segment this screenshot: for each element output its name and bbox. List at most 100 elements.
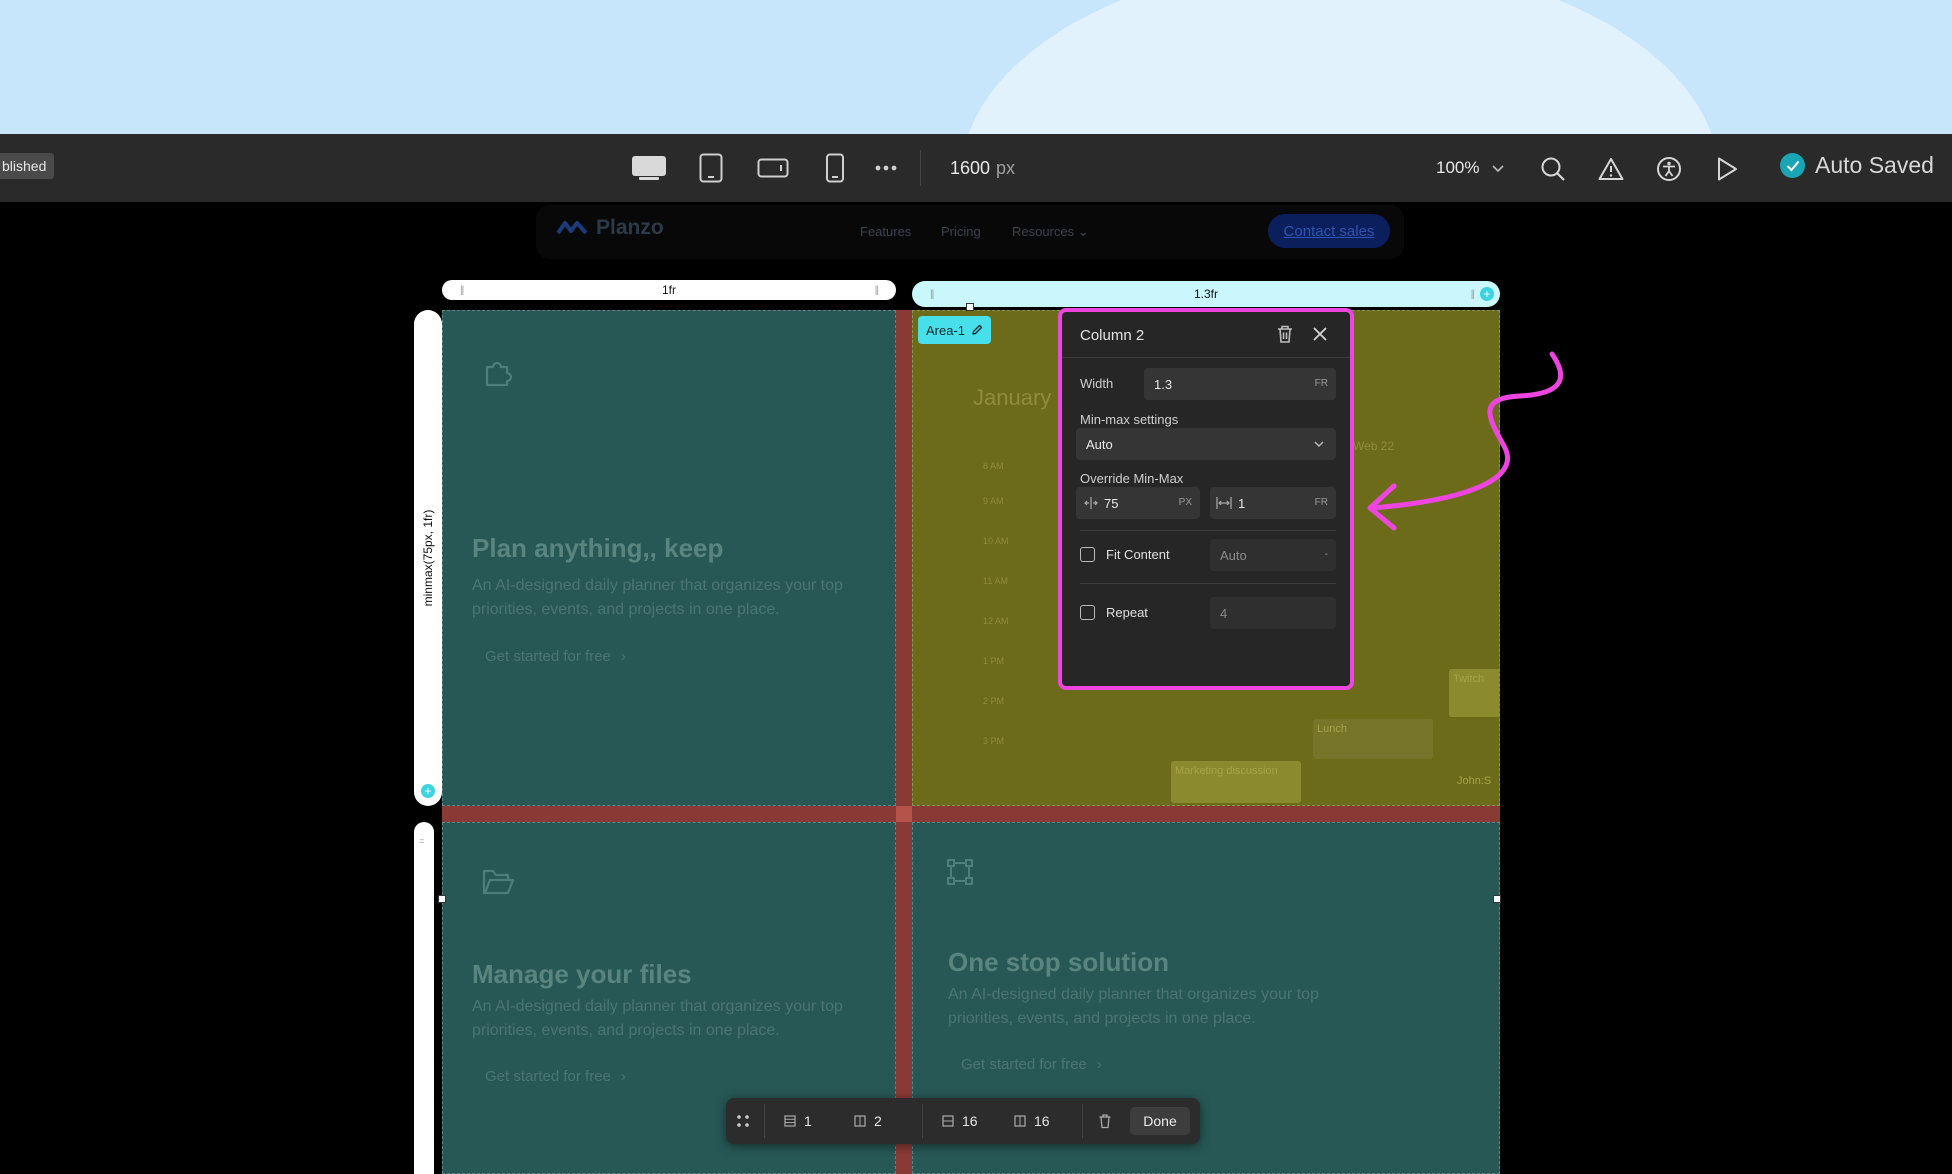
tablet-portrait-icon[interactable] [698, 152, 724, 184]
column-gap-input[interactable]: 16 [1014, 1098, 1050, 1144]
tablet-landscape-icon[interactable] [756, 156, 790, 180]
resize-handle[interactable] [438, 895, 446, 903]
warning-icon[interactable] [1596, 154, 1626, 184]
search-icon[interactable] [1538, 154, 1568, 184]
canvas-width-unit: px [996, 158, 1016, 178]
canvas-width-input[interactable]: 1600 px [950, 155, 1015, 181]
more-devices-icon[interactable] [874, 158, 898, 178]
columns-count-input[interactable]: 2 [854, 1098, 882, 1144]
drag-handle-icon[interactable]: || [930, 289, 934, 300]
fit-content-checkbox[interactable] [1080, 547, 1095, 562]
row-2-header[interactable]: = [414, 822, 434, 1174]
row-gap[interactable] [442, 806, 1500, 822]
row-gap-icon [942, 1115, 954, 1127]
card-3-title: One stop solution [948, 947, 1169, 977]
divider [764, 1104, 765, 1138]
divider [922, 1104, 923, 1138]
minmax-settings-label: Min-max settings [1080, 412, 1179, 427]
check-icon [1780, 153, 1805, 178]
contact-sales-button[interactable]: Contact sales [1268, 214, 1390, 248]
area-name-tag[interactable]: Area-1 [918, 316, 992, 344]
width-unit: FR [1314, 378, 1328, 389]
drag-handle-icon[interactable]: || [460, 285, 464, 296]
planzo-logo-icon [556, 221, 588, 235]
column-2-header[interactable]: || 1.3fr || + [912, 281, 1500, 307]
card-1-cta[interactable]: Get started for free › [485, 648, 626, 665]
column-gap-icon [1014, 1115, 1026, 1127]
column-1-size-label: 1fr [661, 283, 676, 297]
accessibility-icon[interactable] [1654, 154, 1684, 184]
add-column-icon[interactable]: + [1480, 287, 1494, 301]
override-min-input[interactable]: 75 PX [1076, 487, 1200, 519]
nav-link-features[interactable]: Features [860, 224, 911, 239]
card-3-description: An AI-designed daily planner that organi… [948, 986, 1319, 1027]
calendar-time: 12 AM [983, 616, 1009, 626]
calendar-event: Lunch [1313, 719, 1433, 759]
card-3-cta[interactable]: Get started for free › [961, 1056, 1102, 1073]
pencil-icon[interactable] [971, 324, 983, 336]
chevron-right-icon: › [620, 1068, 626, 1085]
rows-count-input[interactable]: 1 [784, 1098, 812, 1144]
override-max-input[interactable]: 1 FR [1210, 487, 1336, 519]
row-gap-value: 16 [962, 1113, 978, 1129]
annotation-arrow-icon [1367, 351, 1564, 531]
nav-link-pricing[interactable]: Pricing [941, 224, 981, 239]
calendar-time: 3 PM [983, 736, 1005, 746]
card-1-cta-label: Get started for free [485, 648, 611, 665]
row-gap-input[interactable]: 16 [942, 1098, 978, 1144]
columns-count-value: 2 [874, 1113, 882, 1129]
minmax-select[interactable]: Auto [1076, 428, 1336, 460]
sky-background [0, 0, 1952, 134]
minmax-value: Auto [1086, 437, 1113, 452]
autosave-label: Auto Saved [1815, 152, 1934, 178]
drag-handle-icon[interactable]: || [1471, 289, 1475, 300]
zoom-value: 100% [1436, 158, 1480, 177]
column-gap[interactable] [896, 310, 912, 1174]
autosave-status: Auto Saved [1780, 152, 1934, 179]
override-min-unit: PX [1178, 497, 1192, 508]
close-icon[interactable] [1312, 326, 1328, 347]
nav-link-resources[interactable]: Resources ⌄ [1012, 224, 1089, 240]
sky-hill [960, 0, 1720, 134]
toolbar-divider [920, 150, 921, 186]
play-preview-icon[interactable] [1712, 154, 1742, 184]
resize-handle[interactable] [1493, 895, 1501, 903]
chevron-down-icon [1492, 165, 1504, 173]
calendar-time: 9 AM [983, 496, 1004, 506]
drag-handle-icon[interactable]: = [419, 836, 424, 846]
site-logo[interactable]: Planzo [556, 216, 664, 240]
mobile-device-icon[interactable] [824, 152, 846, 184]
calendar-time: 2 PM [983, 696, 1005, 706]
row-1-header[interactable]: minmax(75px, 1fr) + [414, 310, 442, 806]
publish-status-badge: blished [0, 153, 55, 179]
card-1-title: Plan anything,, keep [472, 533, 724, 563]
divider [1082, 1104, 1083, 1138]
editor-canvas: blished 1600 px 100% Auto Saved Planzo Fe… [0, 0, 1952, 1174]
drag-grid-icon[interactable] [736, 1098, 750, 1144]
column-1-header[interactable]: || 1fr || [442, 280, 896, 300]
repeat-checkbox[interactable] [1080, 605, 1095, 620]
zoom-select[interactable]: 100% [1436, 155, 1504, 181]
desktop-device-icon[interactable] [630, 154, 668, 182]
grid-cell-1[interactable]: Plan anything,, keep An AI-designed dail… [442, 310, 896, 806]
calendar-month: January [973, 385, 1052, 410]
add-row-icon[interactable]: + [421, 784, 435, 798]
done-button[interactable]: Done [1130, 1107, 1190, 1135]
repeat-input[interactable]: 4 [1210, 597, 1336, 629]
row-1-size-label: minmax(75px, 1fr) [421, 509, 435, 607]
divider [1080, 530, 1336, 531]
drag-handle-icon[interactable]: || [875, 285, 879, 296]
rows-count-value: 1 [804, 1113, 812, 1129]
popover-header: Column 2 [1062, 312, 1350, 358]
trash-icon[interactable] [1276, 324, 1294, 349]
card-2-cta[interactable]: Get started for free › [485, 1068, 626, 1085]
trash-icon[interactable] [1098, 1098, 1112, 1144]
puzzle-icon [471, 345, 525, 399]
override-min-value: 75 [1104, 496, 1119, 511]
logo-text: Planzo [596, 216, 664, 239]
folder-open-icon [471, 855, 525, 909]
resize-handle[interactable] [966, 303, 974, 311]
columns-icon [854, 1115, 866, 1127]
width-input[interactable]: 1.3 FR [1144, 368, 1336, 400]
fit-content-select[interactable]: Auto - [1210, 539, 1336, 571]
